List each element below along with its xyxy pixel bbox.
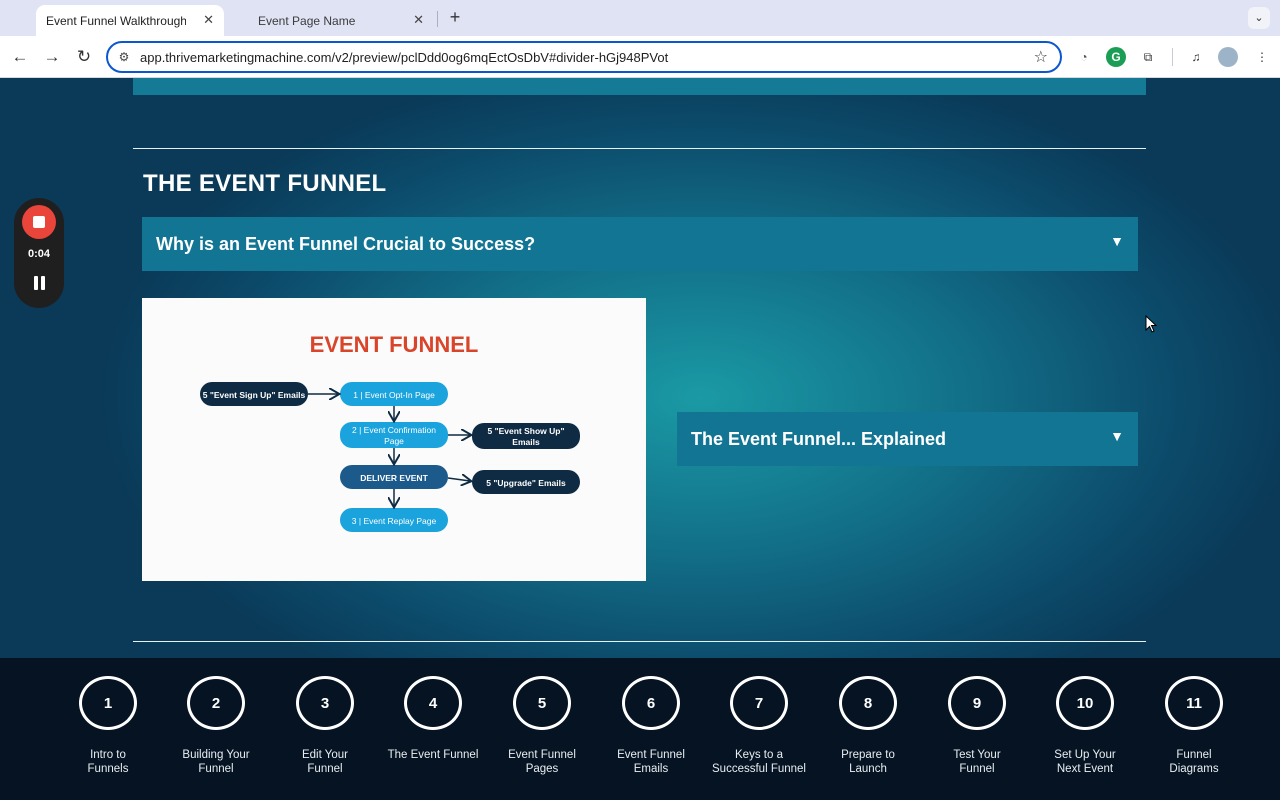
tab-title: Event Funnel Walkthrough (ST: [46, 13, 186, 28]
new-tab-plus-icon[interactable]: +: [445, 7, 465, 28]
diagram-svg: EVENT FUNNEL 5 "Event Sign Up" Emails 1 …: [200, 332, 580, 532]
tab-event-page-name[interactable]: Event Page Name ✕: [226, 5, 434, 36]
extension-loader-icon[interactable]: ◔: [1074, 47, 1094, 67]
extensions-puzzle-icon[interactable]: ⧉: [1138, 47, 1158, 67]
forward-arrow-icon[interactable]: →: [40, 45, 64, 69]
step-9[interactable]: 9 Test Your Funnel: [922, 676, 1032, 776]
screen-recorder-widget: 0:04: [14, 198, 64, 308]
step-10[interactable]: 10 Set Up Your Next Event: [1030, 676, 1140, 776]
step-label: Test Your Funnel: [953, 749, 1001, 775]
step-number: 10: [1056, 676, 1114, 730]
step-number: 2: [187, 676, 245, 730]
step-label: Prepare to Launch: [841, 749, 895, 775]
step-label: Set Up Your Next Event: [1054, 749, 1116, 775]
tab-close-icon[interactable]: ✕: [203, 12, 214, 28]
recording-timer: 0:04: [27, 248, 51, 260]
tab-separator: [437, 11, 438, 27]
step-label: Event Funnel Emails: [617, 749, 685, 775]
step-number: 11: [1165, 676, 1223, 730]
step-1[interactable]: 1 Intro to Funnels: [53, 676, 163, 776]
section-title: THE EVENT FUNNEL: [143, 170, 387, 197]
step-7[interactable]: 7 Keys to a Successful Funnel: [704, 676, 814, 776]
previous-accordion-bottom: [133, 78, 1146, 95]
step-label: Edit Your Funnel: [301, 749, 349, 775]
step-label: Funnel Diagrams: [1169, 749, 1219, 775]
bookmark-star-icon[interactable]: ☆: [1034, 47, 1048, 67]
site-info-icon[interactable]: ⚙: [116, 49, 132, 65]
step-5[interactable]: 5 Event Funnel Pages: [487, 676, 597, 776]
node-confirmation-label-2: Page: [384, 436, 404, 446]
node-showup-label-1: 5 "Event Show Up": [487, 426, 564, 436]
profile-avatar[interactable]: [1218, 47, 1238, 67]
address-bar[interactable]: ⚙ app.thrivemarketingmachine.com/v2/prev…: [106, 41, 1062, 73]
section-divider-top: [133, 148, 1146, 149]
arrow-deliver-to-upgrade: [447, 478, 470, 481]
tab-title: Event Page Name: [258, 13, 356, 28]
step-4[interactable]: 4 The Event Funnel: [378, 676, 488, 762]
accordion-label: Why is an Event Funnel Crucial to Succes…: [156, 233, 536, 254]
step-label: Building Your Funnel: [182, 749, 250, 775]
section-divider-bottom: [133, 641, 1146, 642]
node-optin-page-label: 1 | Event Opt-In Page: [353, 390, 435, 400]
node-confirmation-label-1: 2 | Event Confirmation: [352, 425, 436, 435]
step-number: 8: [839, 676, 897, 730]
step-number: 4: [404, 676, 462, 730]
tab-event-funnel-walkthrough[interactable]: Event Funnel Walkthrough (ST ✕: [36, 5, 224, 36]
step-number: 3: [296, 676, 354, 730]
step-2[interactable]: 2 Building Your Funnel: [161, 676, 271, 776]
tab-search-chevron-icon[interactable]: ⌄: [1248, 7, 1270, 29]
node-replay-page-label: 3 | Event Replay Page: [352, 516, 437, 526]
node-signup-emails-label: 5 "Event Sign Up" Emails: [203, 390, 306, 400]
step-number: 1: [79, 676, 137, 730]
accordion-label: The Event Funnel... Explained: [691, 428, 947, 449]
back-arrow-icon[interactable]: ←: [8, 45, 32, 69]
grammarly-extension-icon[interactable]: G: [1106, 47, 1126, 67]
media-controls-icon[interactable]: ♫: [1186, 47, 1206, 67]
step-number: 6: [622, 676, 680, 730]
accordion-why-crucial[interactable]: Why is an Event Funnel Crucial to Succes…: [142, 217, 1138, 271]
step-label: The Event Funnel: [387, 749, 479, 761]
accordion-funnel-explained[interactable]: The Event Funnel... Explained ▼: [677, 412, 1138, 466]
toolbar-separator: [1172, 48, 1173, 66]
step-11[interactable]: 11 Funnel Diagrams: [1139, 676, 1249, 776]
tab-close-icon[interactable]: ✕: [413, 12, 424, 28]
step-navigation-bar: 1 Intro to Funnels 2 Building Your Funnel …: [0, 658, 1280, 800]
chevron-down-icon[interactable]: ▼: [1110, 428, 1124, 444]
step-number: 5: [513, 676, 571, 730]
step-6[interactable]: 6 Event Funnel Emails: [596, 676, 706, 776]
diagram-title: EVENT FUNNEL: [310, 332, 479, 357]
step-label: Intro to Funnels: [87, 749, 129, 775]
mouse-cursor-icon: [1145, 315, 1158, 333]
step-3[interactable]: 3 Edit Your Funnel: [270, 676, 380, 776]
reload-icon[interactable]: ↻: [72, 45, 96, 69]
browser-menu-icon[interactable]: ⋮: [1252, 47, 1272, 67]
node-showup-label-2: Emails: [512, 437, 540, 447]
chevron-down-icon[interactable]: ▼: [1110, 233, 1124, 249]
browser-toolbar: ← → ↻ ⚙ app.thrivemarketingmachine.com/v…: [0, 36, 1280, 78]
step-number: 7: [730, 676, 788, 730]
event-funnel-diagram: EVENT FUNNEL 5 "Event Sign Up" Emails 1 …: [142, 298, 646, 581]
step-label: Event Funnel Pages: [508, 749, 576, 775]
url-text: app.thrivemarketingmachine.com/v2/previe…: [140, 50, 669, 65]
step-8[interactable]: 8 Prepare to Launch: [813, 676, 923, 776]
node-upgrade-emails-label: 5 "Upgrade" Emails: [486, 478, 566, 488]
node-deliver-event-label: DELIVER EVENT: [360, 473, 428, 483]
tab-strip: Event Funnel Walkthrough (ST ✕ Event Pag…: [0, 0, 1280, 36]
pause-icon[interactable]: [31, 276, 47, 290]
step-number: 9: [948, 676, 1006, 730]
stop-recording-button[interactable]: [22, 205, 56, 239]
step-label: Keys to a Successful Funnel: [712, 749, 806, 775]
